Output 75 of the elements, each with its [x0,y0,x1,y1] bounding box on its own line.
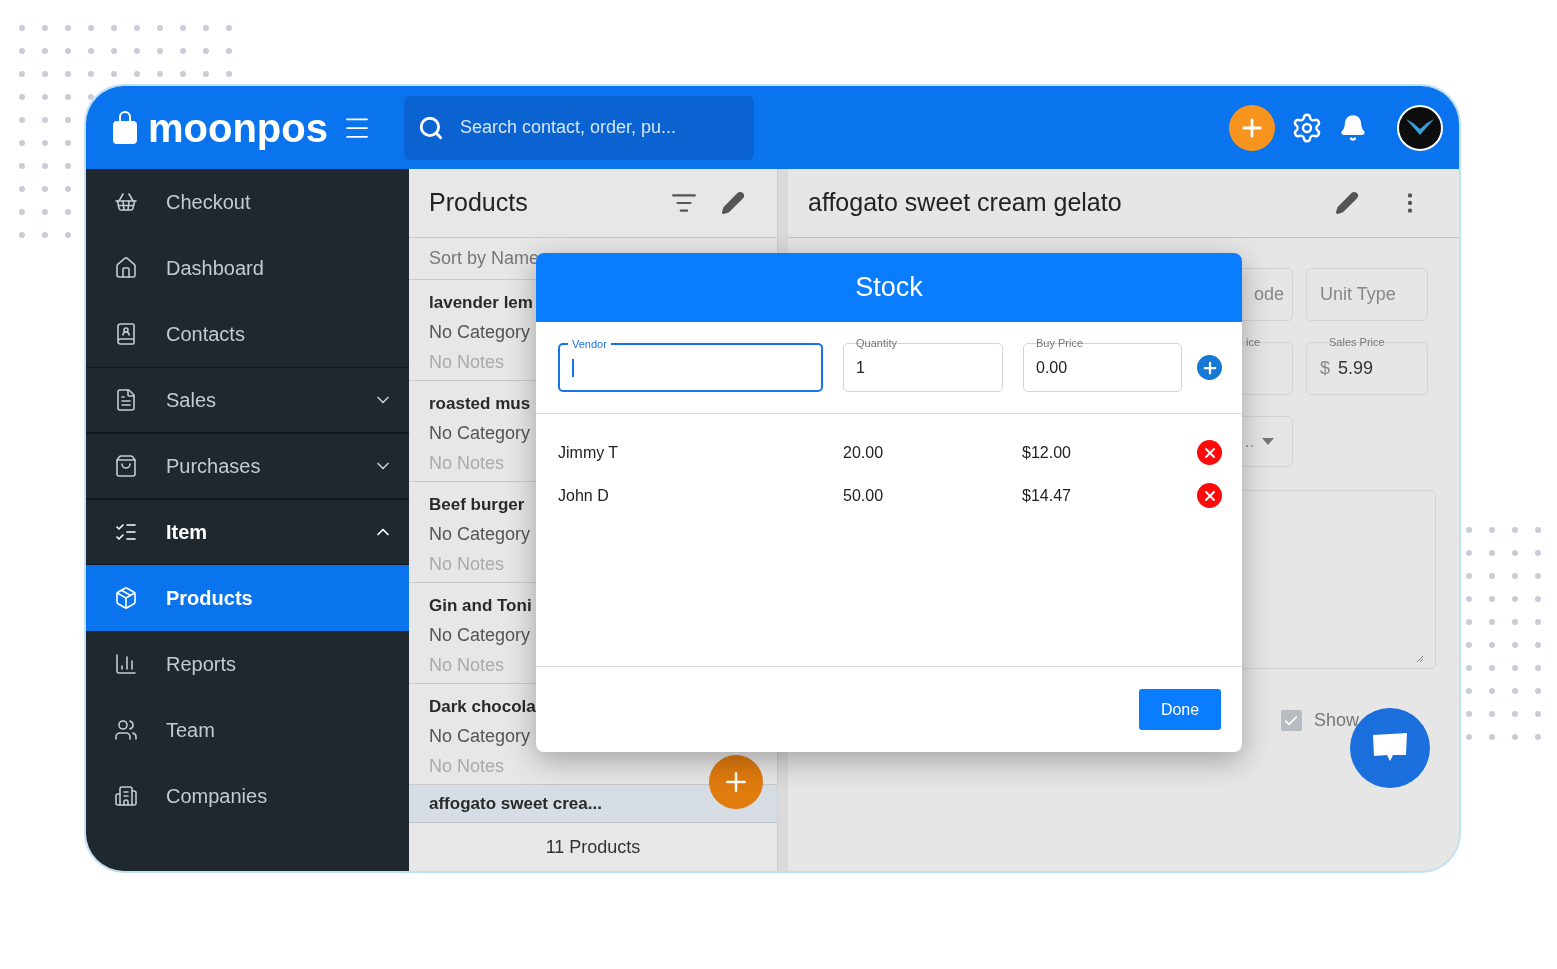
field-placeholder: ode [1253,283,1284,306]
remove-button[interactable] [1197,483,1222,508]
menu-item-icon [114,190,138,214]
checkbox[interactable] [1280,710,1302,731]
product-notes: No Notes [429,653,505,677]
product-category: No Category [429,522,531,546]
resize-grip-icon [1417,656,1423,662]
checkbox-label: Show [1313,709,1359,732]
pencil-icon[interactable] [721,191,745,215]
sidebar-item[interactable]: Checkout [86,169,409,235]
sidebar-item[interactable]: Contacts [86,301,409,367]
product-notes: No Notes [429,350,505,374]
field-value: 1 [856,357,865,378]
product-count: 11 Products [545,835,641,859]
settings-icon[interactable] [1291,111,1323,144]
logo-text: moonpos [148,107,328,148]
avatar-icon[interactable] [1397,104,1443,151]
search-icon [418,114,444,141]
sidebar-item[interactable]: Companies [86,763,409,829]
sidebar-item[interactable]: Team [86,697,409,763]
product-name: Beef burger [429,494,525,516]
price-value: $14.47 [1022,485,1072,506]
quantity-value: 20.00 [843,442,885,463]
sidebar-item[interactable]: Reports [86,631,409,697]
sidebar-item[interactable]: Products [86,565,409,631]
currency-symbol: $ [1320,357,1330,380]
product-notes: No Notes [429,552,505,576]
search-field[interactable]: Search contact, order, pu... [404,95,754,160]
menu-item-icon [114,652,138,676]
field-label: Vendor [568,337,611,351]
product-notes: No Notes [429,451,505,475]
product-name: affogato sweet crea... [429,792,602,815]
sort-label[interactable]: Sort by Name [429,245,540,272]
field-label: ice [1244,335,1261,349]
sidebar-item[interactable]: Sales [86,367,409,433]
field-placeholder: Unit Type [1320,283,1396,306]
product-name: roasted mus [429,393,531,415]
product-name: Gin and Toni [429,595,532,617]
product-category: No Category [429,623,531,647]
add-button[interactable] [1229,104,1275,151]
dropdown-value: .. [1245,431,1254,452]
quantity-value: 50.00 [843,485,885,506]
menu-item-icon [114,322,138,346]
sidebar-item[interactable]: Dashboard [86,235,409,301]
product-notes: No Notes [429,754,505,778]
dialog-title: Stock [855,271,923,305]
menu-item-icon [114,388,138,412]
menu-item-icon [114,718,138,742]
done-button[interactable]: Done [1139,689,1221,730]
sidebar-item[interactable]: Purchases [86,433,409,499]
menu-item-icon [114,784,138,808]
field-value: 5.99 [1338,357,1374,380]
panel-title: Products [429,187,529,219]
product-title: affogato sweet cream gelato [808,187,1123,219]
pencil-icon[interactable] [1335,191,1359,215]
shopping-bag-logo-icon [112,110,138,145]
field-value: 0.00 [1036,357,1068,378]
product-category: No Category [429,320,531,344]
product-row[interactable]: affogato sweet crea... [409,785,777,823]
product-name: lavender lem [429,292,533,314]
text-cursor [572,358,574,377]
bell-icon[interactable] [1339,113,1367,142]
vendor-name: John D [558,485,610,506]
menu-item-icon [114,586,138,610]
search-placeholder: Search contact, order, pu... [460,116,677,139]
vendor-name: Jimmy T [558,442,620,463]
menu-item-icon [114,256,138,280]
product-category: No Category [429,421,531,445]
add-stock-button[interactable] [1197,355,1222,380]
product-name: Dark chocola [429,696,536,718]
product-category: No Category [429,724,531,748]
remove-button[interactable] [1197,440,1222,465]
caret-down-icon [1262,438,1274,445]
price-value: $12.00 [1022,442,1072,463]
menu-item-icon [114,454,138,478]
